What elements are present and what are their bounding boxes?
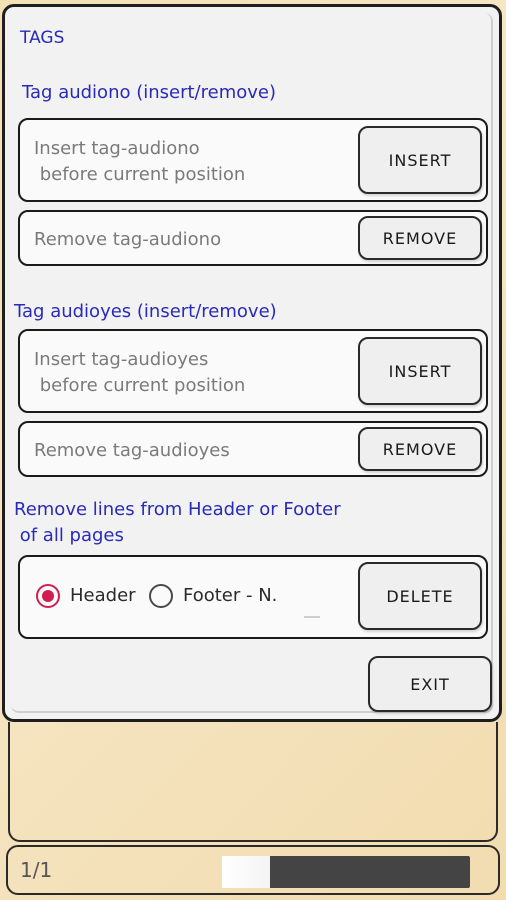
dialog-title: TAGS [20,28,65,48]
delete-button[interactable]: DELETE [358,562,482,630]
remove-audioyes-button[interactable]: REMOVE [358,427,482,471]
insert-audioyes-button[interactable]: INSERT [358,337,482,405]
exit-button[interactable]: EXIT [368,656,492,712]
section-audioyes-label: Tag audioyes (insert/remove) [14,301,277,322]
header-footer-label-line2: of all pages [14,525,124,546]
insert-audiono-text: Insert tag-audiono before current positi… [34,138,246,185]
insert-audiono-button[interactable]: INSERT [358,126,482,194]
footer-radio[interactable] [149,584,173,608]
page-slider[interactable] [222,856,470,888]
section-audiono-label: Tag audiono (insert/remove) [22,82,276,103]
page-indicator: 1/1 [20,858,53,882]
remove-audioyes-text: Remove tag-audioyes [34,440,230,461]
page-slider-thumb[interactable] [222,856,270,888]
header-radio-label[interactable]: Header [70,583,136,609]
header-footer-label-line1: Remove lines from Header or Footer [14,499,341,520]
number-input-underline[interactable] [304,616,320,618]
remove-audiono-button[interactable]: REMOVE [358,216,482,260]
remove-audiono-text: Remove tag-audiono [34,229,222,250]
insert-audioyes-text: Insert tag-audioyes before current posit… [34,349,246,396]
document-panel [8,722,498,842]
header-radio[interactable] [36,584,60,608]
footer-radio-label[interactable]: Footer - N. [183,583,277,609]
